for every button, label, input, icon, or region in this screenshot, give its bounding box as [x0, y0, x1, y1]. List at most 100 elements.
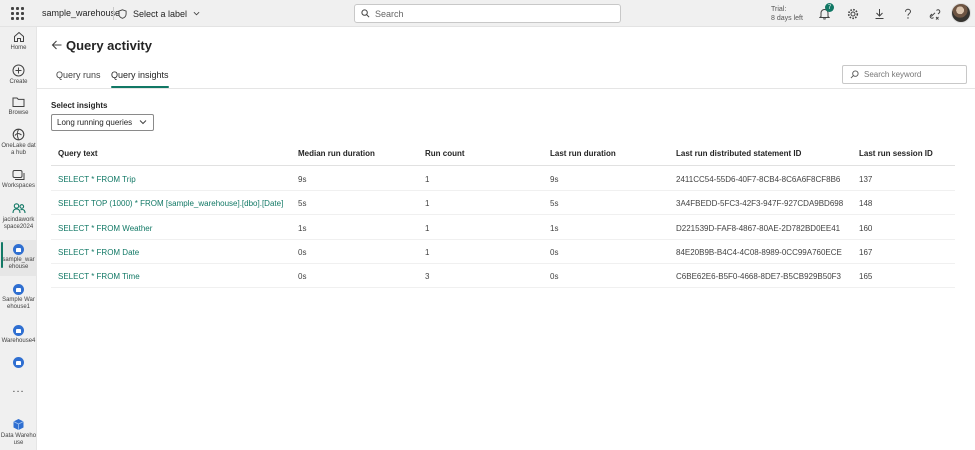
global-search[interactable]: [354, 4, 621, 23]
last-run-duration: 0s: [550, 272, 559, 281]
workspaces-icon: [12, 170, 25, 180]
query-text-link[interactable]: SELECT * FROM Time: [58, 272, 140, 281]
table-row: SELECT * FROM Trip 9s 1 9s 2411CC54-55D6…: [51, 167, 955, 191]
run-count: 1: [425, 248, 430, 257]
query-text-link[interactable]: SELECT * FROM Date: [58, 248, 139, 257]
column-header-last-run-duration[interactable]: Last run duration: [550, 149, 616, 158]
table-row: SELECT * FROM Time 0s 3 0s C6BE62E6-B5F0…: [51, 264, 955, 288]
last-run-duration: 1s: [550, 224, 559, 233]
rail-item-workspaces[interactable]: Workspaces: [0, 169, 37, 190]
column-header-median-run-duration[interactable]: Median run duration: [298, 149, 375, 158]
trial-status: Trial: 8 days left: [771, 6, 803, 22]
notification-count-badge: 7: [825, 3, 834, 12]
rail-item-sample-warehouse[interactable]: sample_war ehouse: [0, 240, 37, 276]
insights-dropdown[interactable]: Long running queries: [51, 114, 154, 131]
table-row: SELECT * FROM Weather 1s 1 1s D221539D-F…: [51, 216, 955, 240]
session-id: 167: [859, 248, 873, 257]
plus-circle-icon: [12, 64, 25, 77]
median-run-duration: 1s: [298, 224, 307, 233]
median-run-duration: 0s: [298, 272, 307, 281]
chevron-down-icon: [193, 11, 200, 16]
query-text-link[interactable]: SELECT * FROM Trip: [58, 175, 136, 184]
divider: [113, 7, 114, 20]
download-button[interactable]: [872, 6, 887, 21]
keyword-search-input[interactable]: [864, 70, 964, 79]
warehouse-icon: [13, 325, 24, 336]
select-insights-label: Select insights: [51, 101, 108, 110]
table-header: Query text Median run duration Run count…: [51, 144, 955, 166]
column-header-session-id[interactable]: Last run session ID: [859, 149, 933, 158]
median-run-duration: 0s: [298, 248, 307, 257]
download-icon: [875, 8, 884, 19]
query-text-link[interactable]: SELECT TOP (1000) * FROM [sample_warehou…: [58, 199, 283, 208]
rail-item-warehouse4[interactable]: Warehouse4: [0, 325, 37, 345]
search-input[interactable]: [375, 8, 605, 19]
gear-icon: [847, 8, 858, 19]
statement-id: C6BE62E6-B5F0-4668-8DE7-B5CB929B50F3: [676, 272, 841, 281]
statement-id: 2411CC54-55D6-40F7-8CB4-8C6A6F8CF8B6: [676, 175, 841, 184]
keyword-search[interactable]: [842, 65, 967, 84]
folder-icon: [12, 97, 25, 107]
session-id: 165: [859, 272, 873, 281]
run-count: 3: [425, 272, 430, 281]
run-count: 1: [425, 224, 430, 233]
rail-item-sample-warehouse1[interactable]: Sample Warehouse1: [0, 284, 37, 311]
session-id: 137: [859, 175, 873, 184]
last-run-duration: 5s: [550, 199, 559, 208]
query-text-link[interactable]: SELECT * FROM Weather: [58, 224, 152, 233]
last-run-duration: 9s: [550, 175, 559, 184]
left-rail: Home Create Browse OneLake data hub Work…: [0, 27, 37, 450]
question-icon: [904, 8, 911, 19]
statement-id: 3A4FBEDD-5FC3-42F3-947F-927CDA9BD698: [676, 199, 844, 208]
run-count: 1: [425, 175, 430, 184]
home-icon: [13, 31, 24, 42]
chevron-down-icon: [139, 120, 147, 125]
warehouse-icon: [13, 357, 24, 368]
tab-divider: [37, 88, 975, 89]
last-run-duration: 0s: [550, 248, 559, 257]
median-run-duration: 5s: [298, 199, 307, 208]
warehouse-icon: [13, 284, 24, 295]
rail-item-jacindaworkspace2024[interactable]: jacindawork space2024: [0, 202, 37, 231]
rail-item-warehouse[interactable]: [0, 357, 37, 368]
statement-id: 84E20B9B-B4C4-4C08-8989-0CC99A760ECE: [676, 248, 842, 257]
onelake-icon: [12, 128, 25, 141]
app-launcher-icon[interactable]: [11, 7, 24, 20]
warehouse-icon: [13, 244, 24, 255]
back-arrow-icon[interactable]: [51, 39, 63, 51]
column-header-run-count[interactable]: Run count: [425, 149, 465, 158]
statement-id: D221539D-FAF8-4867-80AE-2D782BD0EE41: [676, 224, 841, 233]
tab-query-runs[interactable]: Query runs: [56, 70, 101, 88]
column-header-query-text[interactable]: Query text: [58, 149, 98, 158]
label-picker[interactable]: Select a label: [118, 6, 206, 21]
share-icon: [929, 8, 940, 20]
session-id: 160: [859, 224, 873, 233]
session-id: 148: [859, 199, 873, 208]
search-icon: [361, 9, 370, 18]
share-button[interactable]: [927, 6, 942, 21]
table-row: SELECT * FROM Date 0s 1 0s 84E20B9B-B4C4…: [51, 240, 955, 264]
tab-query-insights[interactable]: Query insights: [111, 70, 169, 88]
run-count: 1: [425, 199, 430, 208]
page-title: Query activity: [66, 38, 152, 53]
table-row: SELECT TOP (1000) * FROM [sample_warehou…: [51, 191, 955, 215]
notifications-button[interactable]: 7: [817, 3, 834, 21]
rail-item-browse[interactable]: Browse: [0, 96, 37, 117]
column-header-statement-id[interactable]: Last run distributed statement ID: [676, 149, 801, 158]
top-bar: sample_warehouse Select a label Trial: 8…: [0, 0, 975, 27]
rail-item-onelake[interactable]: OneLake data hub: [0, 128, 37, 157]
rail-item-home[interactable]: Home: [0, 31, 37, 52]
avatar[interactable]: [951, 3, 971, 23]
people-icon: [11, 203, 26, 214]
label-picker-text: Select a label: [133, 8, 188, 19]
rail-item-create[interactable]: Create: [0, 64, 37, 86]
help-button[interactable]: [900, 6, 915, 21]
insights-dropdown-value: Long running queries: [57, 118, 133, 127]
workspace-name[interactable]: sample_warehouse: [42, 8, 120, 18]
rail-more-button[interactable]: ...: [0, 384, 37, 395]
data-warehouse-icon: [13, 419, 24, 430]
shield-icon: [118, 8, 127, 19]
settings-button[interactable]: [845, 6, 860, 21]
search-icon: [850, 70, 859, 79]
rail-item-data-warehouse[interactable]: Data Warehouse: [0, 418, 37, 447]
